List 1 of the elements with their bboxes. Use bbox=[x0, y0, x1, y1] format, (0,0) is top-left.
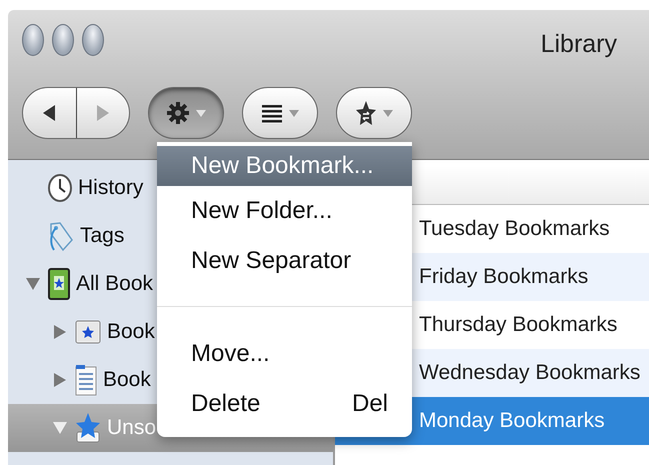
window-title: Library bbox=[540, 30, 617, 59]
